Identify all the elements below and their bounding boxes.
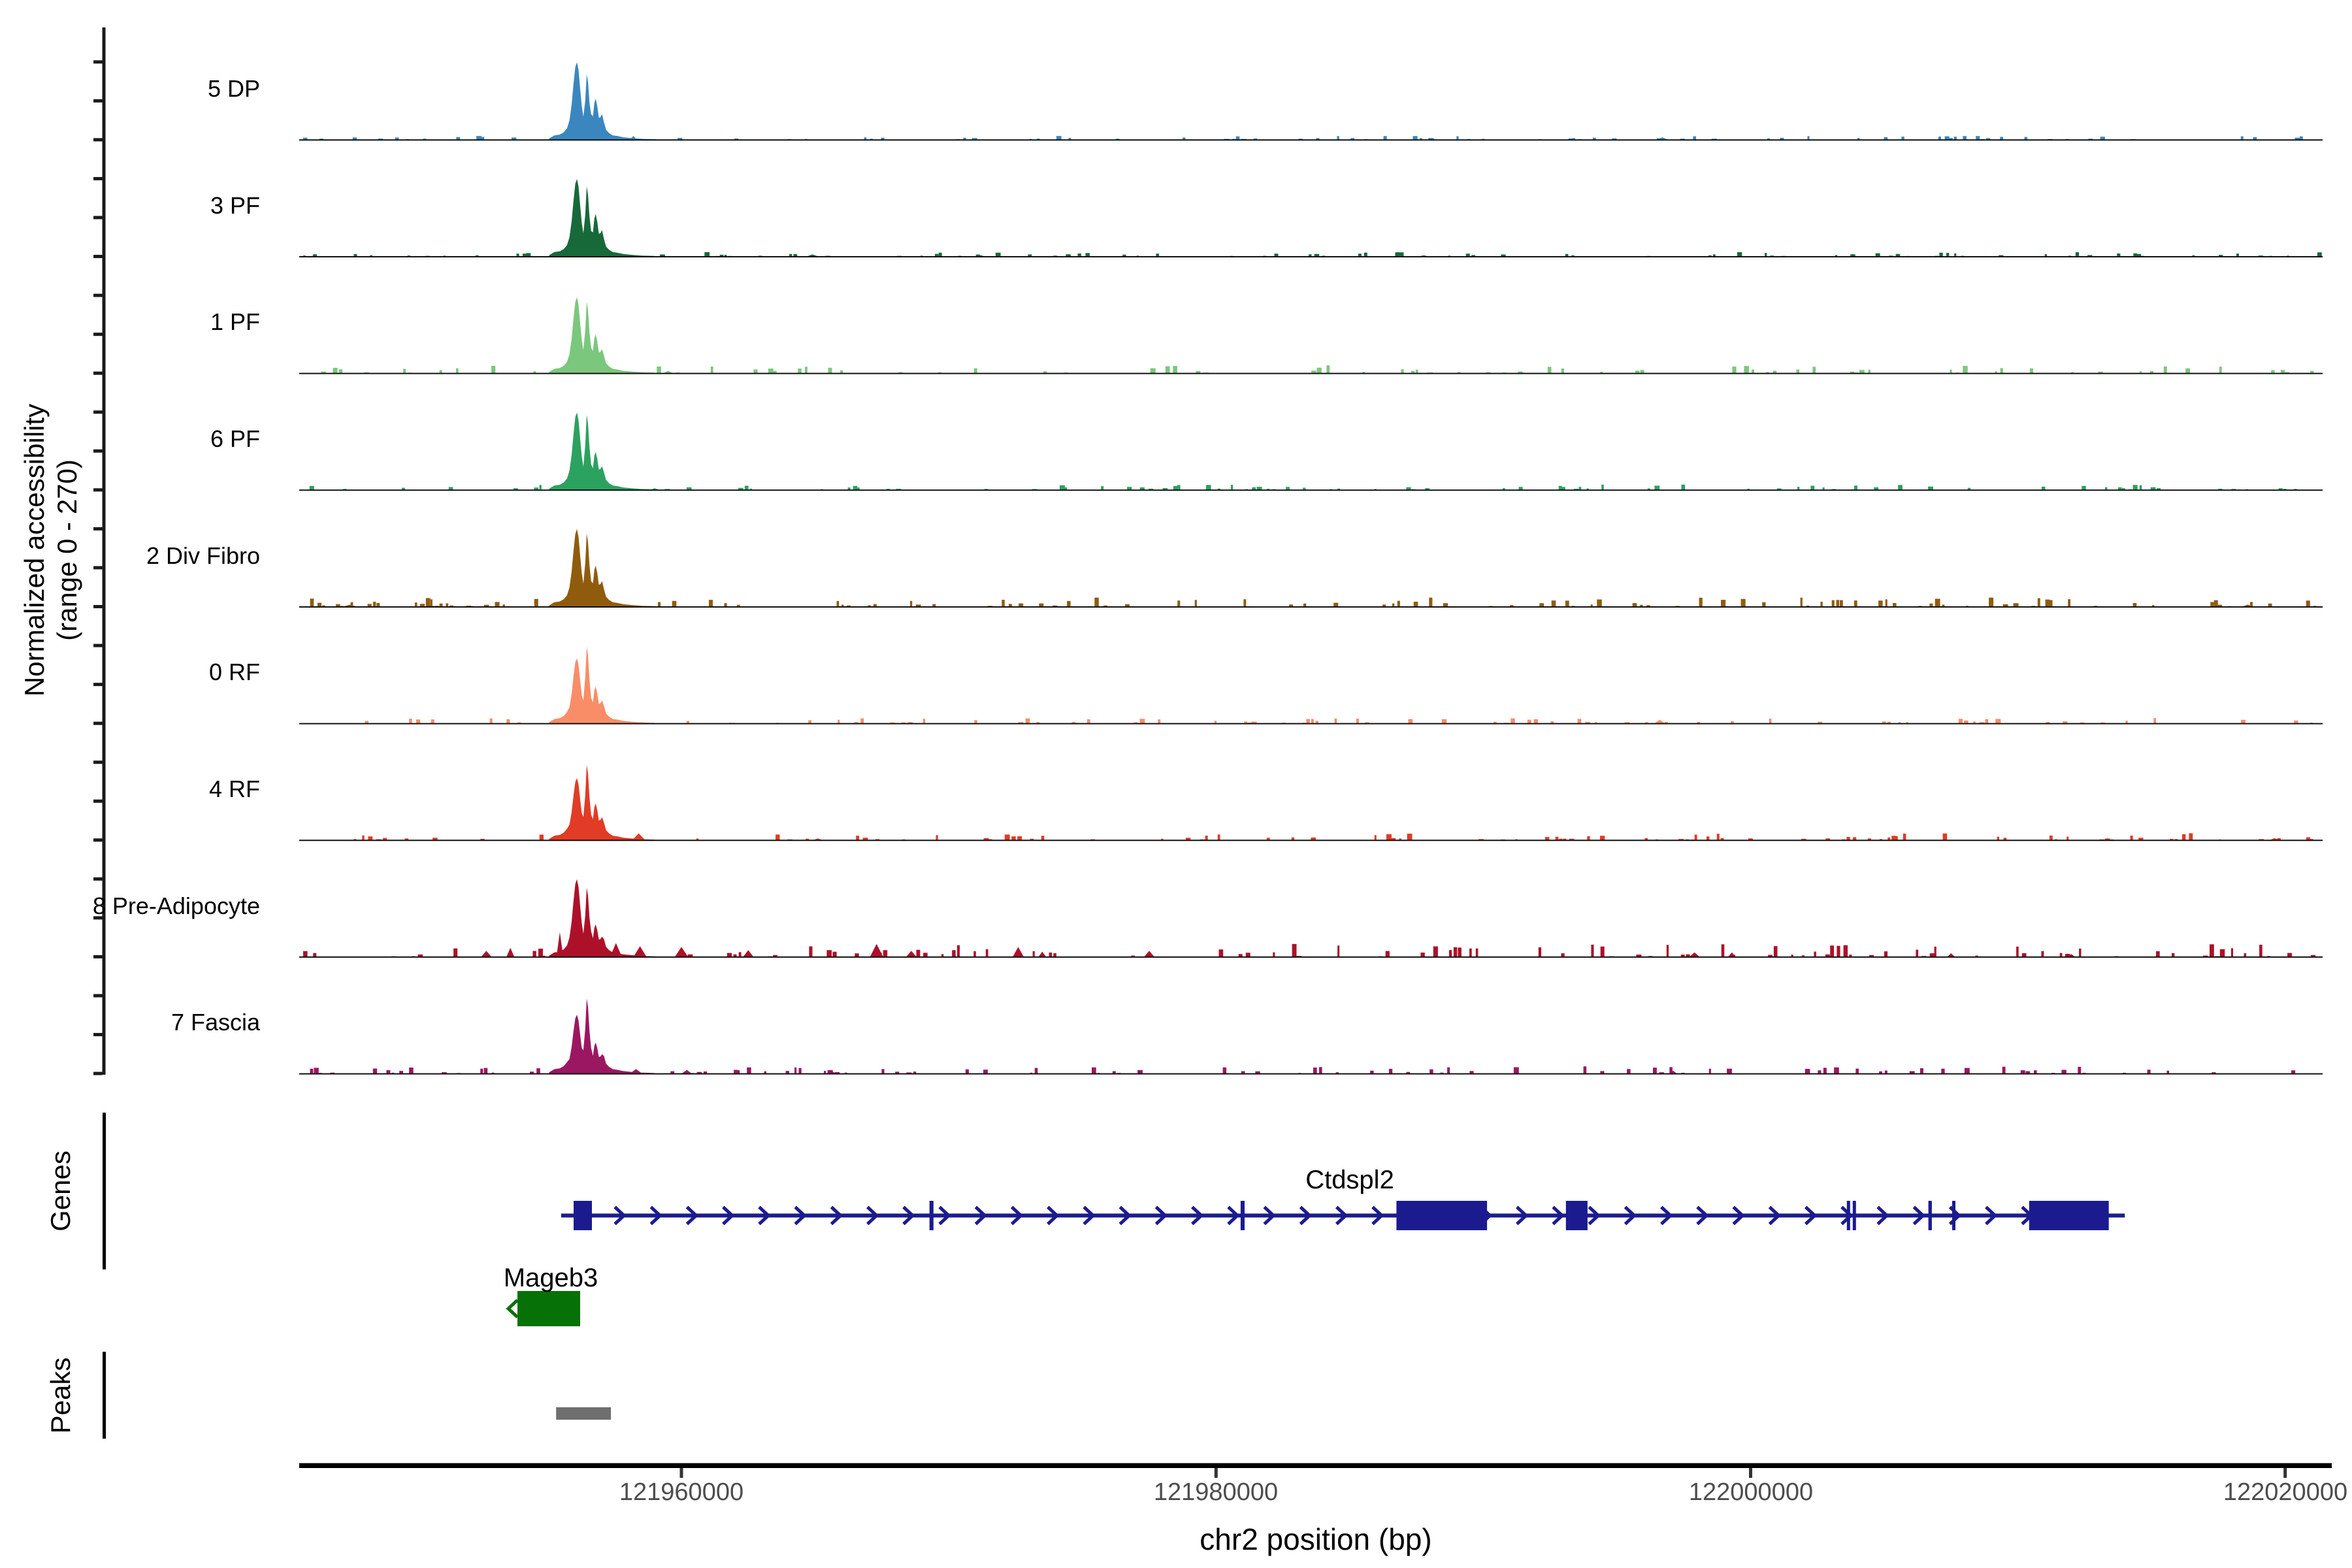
track-label-7-fascia: 7 Fascia	[0, 1009, 260, 1036]
genes-section-axis-line	[103, 1113, 106, 1269]
y-axis-tick	[93, 60, 103, 63]
x-axis-line	[299, 1463, 2332, 1469]
gene-exon	[2029, 1201, 2109, 1230]
y-axis-tick	[93, 760, 103, 764]
track-row	[299, 62, 2323, 140]
track-label-5-dp: 5 DP	[0, 76, 260, 102]
y-axis-tick	[93, 1072, 103, 1075]
gene-exon	[1566, 1201, 1588, 1230]
genes-track	[508, 1201, 2125, 1326]
gene-model-mageb3	[508, 1291, 580, 1326]
track-signal-area	[303, 879, 2315, 957]
track-signal-area	[321, 297, 2313, 374]
track-label-6-pf: 6 PF	[0, 426, 260, 452]
track-label-1-pf: 1 PF	[0, 309, 260, 335]
strand-arrow-icon	[508, 1300, 517, 1317]
y-axis-tick	[93, 488, 103, 491]
x-axis-tick-label-121960000: 121960000	[551, 1478, 812, 1507]
gene-label-ctdspl2: Ctdspl2	[1219, 1166, 1480, 1194]
gene-model-ctdspl2	[561, 1201, 2125, 1230]
track-label-3-pf: 3 PF	[0, 193, 260, 219]
x-axis-tick	[680, 1468, 683, 1478]
x-axis-label: chr2 position (bp)	[1152, 1522, 1479, 1556]
peaks-section-axis-line	[103, 1352, 106, 1439]
track-label-0-rf: 0 RF	[0, 659, 260, 685]
x-axis-tick	[1749, 1468, 1752, 1478]
track-row	[299, 647, 2323, 724]
y-axis-tick	[93, 527, 103, 531]
y-axis-tick	[93, 410, 103, 414]
peaks-track	[556, 1407, 611, 1420]
gene-exon-thin	[930, 1201, 934, 1230]
track-signal-area	[303, 179, 2322, 257]
gene-exon	[517, 1291, 580, 1326]
track-label-2-div-fibro: 2 Div Fibro	[0, 543, 260, 569]
track-row	[299, 297, 2323, 374]
y-axis-tick	[93, 177, 103, 180]
gene-exon-thin	[1929, 1201, 1932, 1230]
browser-canvas	[0, 0, 2352, 1568]
track-row	[299, 529, 2323, 607]
genome-browser-figure: Normalized accessibility (range 0 - 270)…	[0, 0, 2352, 1568]
x-axis-tick	[2283, 1468, 2287, 1478]
y-axis-tick	[93, 605, 103, 608]
gene-exon-thin	[1853, 1201, 1856, 1230]
y-axis-tick	[93, 372, 103, 375]
gene-label-mageb3: Mageb3	[420, 1264, 681, 1292]
x-axis	[299, 1463, 2332, 1478]
gene-exon-thin	[1241, 1201, 1245, 1230]
x-axis-tick	[1215, 1468, 1218, 1478]
track-label-4-rf: 4 RF	[0, 776, 260, 802]
track-signal-area	[310, 998, 2296, 1073]
track-row	[299, 998, 2323, 1073]
y-axis-tick	[93, 838, 103, 841]
y-axis-tick	[93, 255, 103, 258]
track-signal-area	[353, 765, 2313, 841]
y-axis-tick	[93, 138, 103, 141]
gene-exon	[574, 1201, 592, 1230]
gene-exon	[1396, 1201, 1487, 1230]
x-axis-tick-label-122020000: 122020000	[2155, 1478, 2352, 1507]
track-row	[299, 179, 2323, 257]
y-axis-tick	[93, 994, 103, 998]
track-row	[299, 412, 2323, 490]
y-axis-tick	[93, 722, 103, 725]
peak-interval	[556, 1407, 611, 1420]
track-signal-area	[310, 529, 2317, 607]
peaks-section-label: Peaks	[44, 1265, 77, 1526]
x-axis-tick-label-122000000: 122000000	[1620, 1478, 1882, 1507]
y-axis-tick	[93, 877, 103, 881]
track-signal-area	[310, 412, 2297, 490]
track-label-8-pre-adipocyte: 8 Pre-Adipocyte	[0, 893, 260, 919]
track-row	[299, 879, 2323, 957]
gene-exon-thin	[1847, 1201, 1850, 1230]
track-signal-area	[365, 647, 2313, 724]
y-axis-tick	[93, 644, 103, 647]
y-axis-tick	[93, 294, 103, 297]
track-signal-area	[303, 62, 2303, 140]
gene-exon-thin	[1952, 1201, 1955, 1230]
accessibility-tracks	[299, 62, 2323, 1073]
x-axis-tick-label-121980000: 121980000	[1085, 1478, 1347, 1507]
y-axis-tick	[93, 955, 103, 958]
track-row	[299, 765, 2323, 841]
